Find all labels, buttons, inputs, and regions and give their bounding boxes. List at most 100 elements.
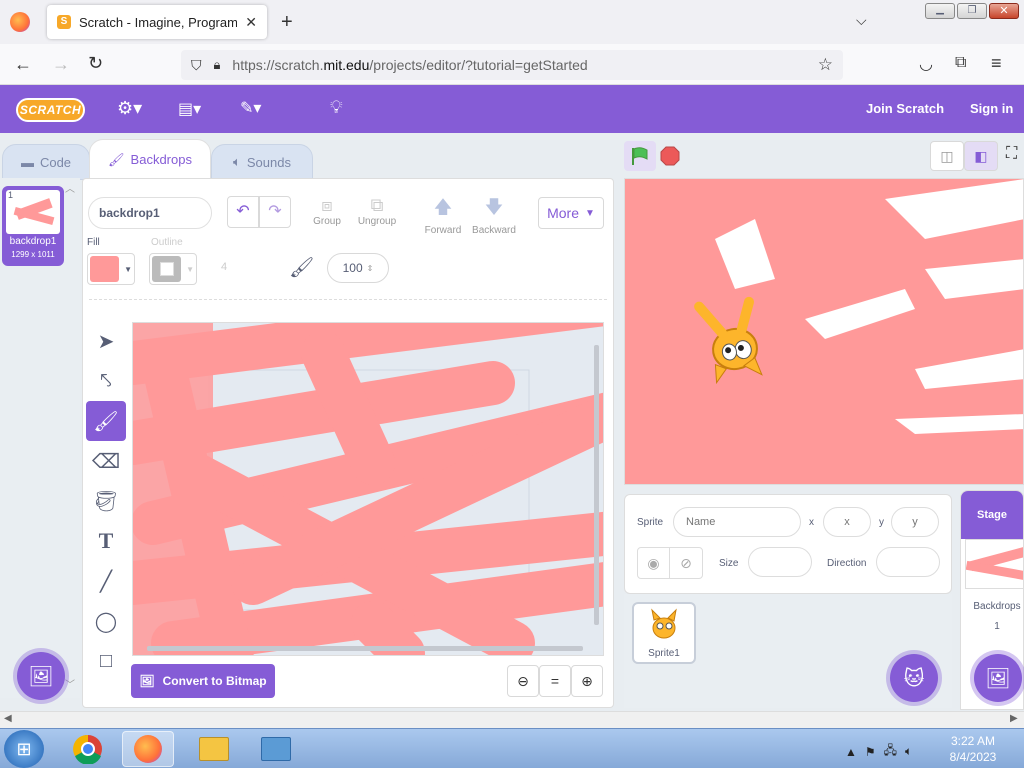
firefox-taskbar-icon[interactable] [122, 731, 174, 767]
tab-code[interactable]: ▬ Code [2, 144, 90, 180]
reload-icon[interactable]: ↻ [88, 53, 103, 74]
group-button[interactable]: ⧈ Group [311, 195, 343, 227]
line-tool-icon[interactable]: ╱ [86, 561, 126, 601]
scratch-logo[interactable]: SCRATCH [16, 98, 85, 122]
backward-button[interactable]: 🡇 Backward [471, 195, 517, 236]
tool-palette: ➤ ⤣ 🖌︎ ⌫ 🪣︎ T ╱ ◯ □ [86, 321, 126, 681]
pocket-icon[interactable]: ◡ [919, 54, 933, 74]
choose-backdrop-stage-button[interactable]: 🖼︎ [974, 654, 1022, 702]
sign-in-link[interactable]: Sign in [970, 101, 1013, 116]
zoom-in-icon[interactable]: ⊕ [571, 665, 603, 697]
circle-tool-icon[interactable]: ◯ [86, 601, 126, 641]
tutorials-lightbulb-icon[interactable]: 💡︎ [330, 97, 343, 118]
list-tabs-chevron-icon[interactable]: ⌵ [856, 12, 867, 29]
reshape-icon[interactable]: ⤣ [86, 361, 126, 401]
redo-icon[interactable]: ↷ [259, 196, 291, 228]
bookmark-star-icon[interactable]: ☆ [818, 55, 833, 75]
scroll-up-icon[interactable]: ︿ [65, 180, 75, 195]
zoom-out-icon[interactable]: ⊖ [507, 665, 539, 697]
size-label: Size [719, 558, 739, 569]
stage-thumbnail [965, 539, 1023, 589]
ungroup-button[interactable]: ⧉ Ungroup [355, 195, 399, 227]
file-menu-icon[interactable]: ▤▾ [178, 99, 201, 119]
network-icon[interactable]: 🖧︎ [884, 741, 897, 762]
page-hscrollbar[interactable]: ◀ ▶ [0, 711, 1024, 728]
choose-backdrop-button[interactable]: 🖼︎ [17, 652, 65, 700]
extensions-icon[interactable]: ⧉ [955, 54, 966, 72]
brush-size-value: 100 [342, 261, 363, 275]
brush-tool-icon[interactable]: 🖌︎ [86, 401, 126, 441]
tracking-shield-icon[interactable]: ⛉ [191, 57, 202, 74]
zoom-reset-icon[interactable]: = [539, 665, 571, 697]
backdrop-item[interactable]: 1 backdrop1 1299 x 1011 [2, 186, 64, 266]
volume-icon[interactable]: 🔈︎ [905, 744, 912, 759]
scroll-down-icon[interactable]: ﹀ [65, 676, 75, 691]
sprite-name-input[interactable] [673, 507, 801, 537]
more-menu-button[interactable]: More ▼ [538, 197, 604, 229]
small-stage-icon[interactable]: ◫ [930, 141, 964, 171]
choose-sprite-button[interactable]: 🐱︎ [890, 654, 938, 702]
control-panel-taskbar-icon[interactable] [250, 731, 302, 767]
restore-icon[interactable]: ❐ [957, 3, 987, 19]
settings-gear-icon[interactable]: ⚙▾ [117, 98, 142, 119]
rectangle-tool-icon[interactable]: □ [86, 641, 126, 681]
large-stage-icon[interactable]: ◧ [964, 141, 998, 171]
start-button-icon[interactable]: ⊞ [4, 730, 44, 768]
backdrop-thumbnail [6, 190, 60, 234]
size-input[interactable] [748, 547, 812, 577]
fill-color-picker[interactable]: ▼ [87, 253, 135, 285]
direction-input[interactable] [876, 547, 940, 577]
forward-arrow-icon[interactable]: → [52, 54, 70, 75]
paint-canvas[interactable] [132, 322, 604, 656]
join-scratch-link[interactable]: Join Scratch [866, 101, 944, 116]
brush-size-input[interactable]: 100 ⇕ [327, 253, 389, 283]
outline-color-picker[interactable]: ▼ [149, 253, 197, 285]
green-flag-button[interactable] [624, 141, 656, 171]
sprite-tile[interactable]: Sprite1 [632, 602, 696, 664]
fullscreen-icon[interactable]: ⛶ [1006, 145, 1017, 163]
back-arrow-icon[interactable]: ← [14, 54, 32, 75]
sprite-label: Sprite [637, 517, 664, 528]
file-explorer-taskbar-icon[interactable] [188, 731, 240, 767]
tab-backdrops[interactable]: 🖌︎ Backdrops [89, 139, 211, 180]
tab-close-icon[interactable]: ✕ [245, 14, 257, 31]
tab-title: Scratch - Imagine, Program, Sh [79, 14, 238, 30]
y-input[interactable] [891, 507, 939, 537]
url-bar[interactable]: ⛉ 🔒︎ https://scratch.mit.edu/projects/ed… [181, 50, 843, 80]
close-window-icon[interactable]: ✕ [989, 3, 1019, 19]
eraser-icon[interactable]: ⌫ [86, 441, 126, 481]
cat-thumbnail-icon [651, 608, 677, 639]
scroll-right-icon[interactable]: ▶ [1010, 713, 1018, 724]
hide-eye-icon[interactable]: ⊘ [670, 548, 702, 578]
undo-icon[interactable]: ↶ [227, 196, 259, 228]
show-eye-icon[interactable]: ◉ [638, 548, 670, 578]
clock[interactable]: 3:22 AM 8/4/2023 [938, 733, 1008, 765]
convert-label: Convert to Bitmap [162, 674, 267, 688]
backdrop-name-input[interactable] [88, 197, 212, 229]
outline-width-value[interactable]: 4 [221, 261, 227, 273]
visibility-toggle: ◉ ⊘ [637, 547, 703, 579]
backdrop-size-label: 1299 x 1011 [11, 250, 55, 259]
stop-button[interactable] [660, 146, 680, 166]
group-icon: ⧈ [321, 195, 333, 215]
select-arrow-icon[interactable]: ➤ [86, 321, 126, 361]
lock-icon[interactable]: 🔒︎ [214, 57, 221, 73]
edit-menu-pencil-icon[interactable]: ✎▾ [240, 98, 261, 118]
chrome-taskbar-icon[interactable] [62, 731, 114, 767]
x-input[interactable] [823, 507, 871, 537]
stage-canvas[interactable] [624, 178, 1024, 485]
convert-to-bitmap-button[interactable]: 🖼︎ Convert to Bitmap [131, 664, 275, 698]
fill-bucket-icon[interactable]: 🪣︎ [86, 481, 126, 521]
new-tab-button[interactable]: + [281, 11, 293, 34]
scroll-left-icon[interactable]: ◀ [4, 713, 12, 724]
forward-button[interactable]: 🡅 Forward [421, 195, 465, 236]
canvas-drawing [133, 323, 603, 655]
text-tool-icon[interactable]: T [86, 521, 126, 561]
tab-sounds[interactable]: 🔈︎ Sounds [211, 144, 313, 180]
tray-expand-icon[interactable]: ▲ [845, 745, 857, 759]
minimize-icon[interactable]: ▁ [925, 3, 955, 19]
firefox-icon[interactable] [10, 12, 30, 32]
browser-tab[interactable]: S Scratch - Imagine, Program, Sh ✕ [47, 5, 267, 39]
menu-hamburger-icon[interactable]: ≡ [991, 53, 1002, 74]
action-center-flag-icon[interactable]: ⚑ [865, 745, 876, 759]
